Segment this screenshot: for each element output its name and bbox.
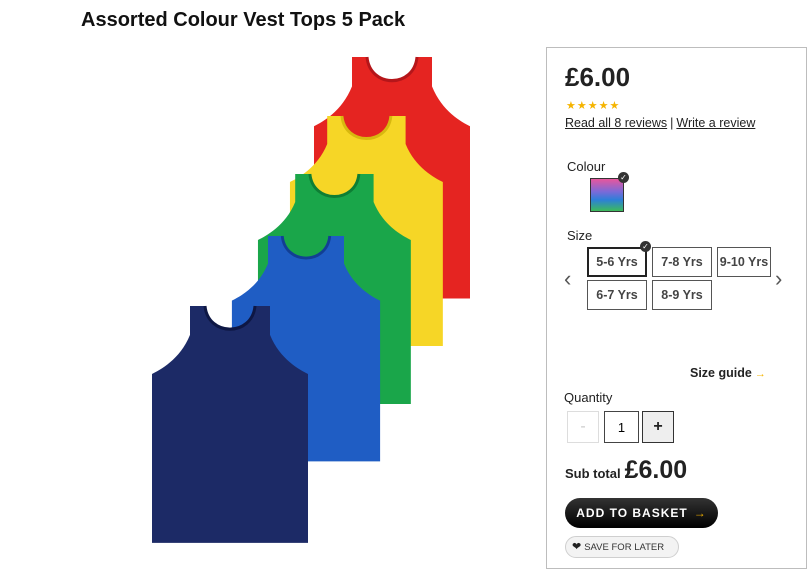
size-option-5-6[interactable]: 5-6 Yrs xyxy=(587,247,647,277)
quantity-decrease-button[interactable]: - xyxy=(567,411,599,443)
save-for-later-label: SAVE FOR LATER xyxy=(584,542,665,553)
size-option-7-8[interactable]: 7-8 Yrs xyxy=(652,247,712,277)
reviews-row: Read all 8 reviews | Write a review xyxy=(565,116,755,130)
rating-stars: ★★★★★ xyxy=(566,100,621,112)
quantity-label: Quantity xyxy=(564,390,613,405)
product-title: Assorted Colour Vest Tops 5 Pack xyxy=(81,9,406,31)
subtotal: Sub total £6.00 xyxy=(565,456,687,485)
read-reviews-link[interactable]: Read all 8 reviews xyxy=(565,116,667,130)
product-price: £6.00 xyxy=(565,62,631,92)
size-option-6-7[interactable]: 6-7 Yrs xyxy=(587,280,647,310)
size-label: Size xyxy=(567,228,593,243)
subtotal-value: £6.00 xyxy=(624,456,688,484)
quantity-increase-button[interactable]: + xyxy=(642,411,674,443)
chevron-right-icon: → xyxy=(754,368,766,380)
colour-label: Colour xyxy=(567,159,606,174)
size-next-arrow-icon[interactable]: › xyxy=(775,266,782,292)
vest-tops-illustration xyxy=(152,56,470,543)
save-for-later-button[interactable]: ❤ SAVE FOR LATER xyxy=(565,536,679,558)
heart-icon: ❤ xyxy=(572,541,582,553)
size-guide-link[interactable]: Size guide → xyxy=(690,366,766,380)
size-option-9-10[interactable]: 9-10 Yrs xyxy=(717,247,771,277)
size-prev-arrow-icon[interactable]: ‹ xyxy=(564,266,571,292)
size-guide-label: Size guide xyxy=(690,366,752,380)
add-to-basket-button[interactable]: ADD TO BASKET → xyxy=(565,498,718,528)
colour-swatch[interactable] xyxy=(590,178,624,212)
product-image xyxy=(140,50,480,550)
quantity-input[interactable] xyxy=(604,411,639,443)
review-separator: | xyxy=(670,116,674,130)
selected-check-icon: ✓ xyxy=(618,172,629,183)
size-option-8-9[interactable]: 8-9 Yrs xyxy=(652,280,712,310)
write-review-link[interactable]: Write a review xyxy=(676,116,755,130)
arrow-right-icon: → xyxy=(693,506,707,520)
purchase-panel: £6.00 ★★★★★ Read all 8 reviews | Write a r… xyxy=(546,47,807,569)
selected-size-check-icon: ✓ xyxy=(640,241,651,252)
add-to-basket-label: ADD TO BASKET xyxy=(576,506,688,520)
subtotal-label: Sub total xyxy=(565,466,621,481)
